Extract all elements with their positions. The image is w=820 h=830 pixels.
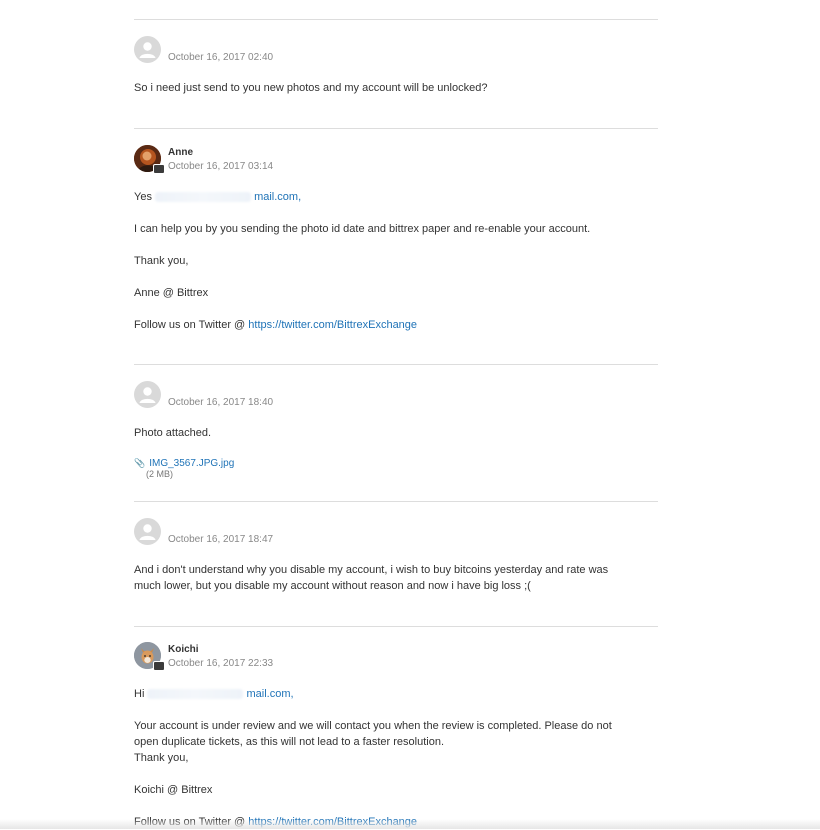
comment-date: October 16, 2017 18:47 <box>168 534 274 545</box>
attachment: 📎 IMG_3567.JPG.jpg (2 MB) <box>134 458 234 479</box>
comment-author: Anne <box>168 147 193 158</box>
comment-text: Thank you, <box>134 752 189 764</box>
comment-divider <box>134 128 658 129</box>
comment-divider <box>134 501 658 502</box>
comment-body: Yes mail.com, I can help you by you send… <box>134 189 658 333</box>
comment-date: October 16, 2017 02:40 <box>168 52 274 63</box>
greeting-text: Yes <box>134 191 152 203</box>
follow-line: Follow us on Twitter @ https://twitter.c… <box>134 317 658 333</box>
twitter-link[interactable]: https://twitter.com/BittrexExchange <box>248 319 417 331</box>
agent-badge-icon <box>153 661 165 671</box>
agent-badge-icon <box>153 164 165 174</box>
comment-greeting: Yes mail.com, <box>134 189 658 205</box>
comment-signature: Koichi @ Bittrex <box>134 784 213 796</box>
comment-body: So i need just send to you new photos an… <box>134 80 658 96</box>
redacted-email <box>155 192 252 203</box>
greeting-text: Hi <box>134 688 145 700</box>
comment-text: Thank you, <box>134 255 189 267</box>
comment-text: I can help you by you sending the photo … <box>134 223 591 235</box>
email-link[interactable]: mail.com, <box>254 191 301 203</box>
comment-text: Your account is under review and we will… <box>134 720 612 732</box>
comment-text: open duplicate tickets, as this will not… <box>134 736 445 748</box>
follow-text: Follow us on Twitter @ <box>134 319 246 331</box>
comment-signature: Anne @ Bittrex <box>134 287 209 299</box>
user-avatar-icon <box>134 36 161 63</box>
comment-date: October 16, 2017 22:33 <box>168 658 274 669</box>
comment-author: Koichi <box>168 644 199 655</box>
comment-greeting: Hi mail.com, <box>134 686 658 702</box>
redacted-email <box>147 689 244 700</box>
comment-text: much lower, but you disable my account w… <box>134 580 531 592</box>
user-avatar-icon <box>134 381 161 408</box>
comment-body: And i don't understand why you disable m… <box>134 562 658 594</box>
comment-divider <box>134 364 658 365</box>
comment-date: October 16, 2017 18:40 <box>168 397 274 408</box>
comment-body: Hi mail.com, Your account is under revie… <box>134 686 658 830</box>
comment-text: And i don't understand why you disable m… <box>134 564 609 576</box>
comment-text: So i need just send to you new photos an… <box>134 82 488 94</box>
attachment-size: (2 MB) <box>146 469 173 479</box>
comment-divider <box>134 19 658 20</box>
page-bottom-shadow <box>0 819 820 829</box>
comment-text: Photo attached. <box>134 427 212 439</box>
comment-body: Photo attached. <box>134 425 658 441</box>
email-link[interactable]: mail.com, <box>247 688 294 700</box>
comment-divider <box>134 626 658 627</box>
attachment-link[interactable]: IMG_3567.JPG.jpg <box>149 458 234 469</box>
paperclip-icon: 📎 <box>134 458 146 468</box>
user-avatar-icon <box>134 518 161 545</box>
comment-date: October 16, 2017 03:14 <box>168 161 274 172</box>
